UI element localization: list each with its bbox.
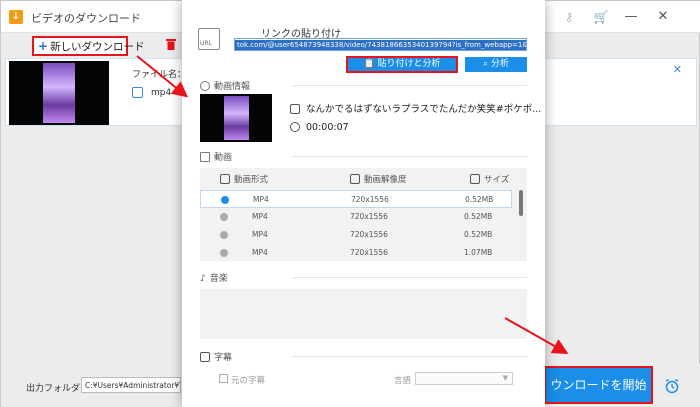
cc-icon (200, 352, 210, 362)
key-icon[interactable]: ⚷ (561, 9, 577, 25)
resolution-icon (350, 174, 360, 184)
divider (292, 356, 527, 357)
music-heading: ♪ 音楽 (200, 274, 228, 284)
radio-button[interactable] (220, 231, 228, 239)
table-row[interactable]: MP4 720x1556 0.52MB (200, 190, 512, 208)
clock-icon (290, 122, 300, 132)
language-label: 言語 (394, 376, 412, 386)
row-size: 0.52MB (465, 195, 494, 204)
divider (292, 277, 527, 278)
document-icon (290, 104, 300, 114)
new-download-label: 新しいダウンロード (50, 41, 145, 53)
language-select[interactable]: ▼ (415, 372, 513, 385)
start-download-button[interactable]: ウンロードを開始 (544, 366, 653, 404)
analyze-label: 分析 (490, 59, 509, 69)
column-resolution: 動画解像度 (350, 173, 407, 185)
row-resolution: 720x1556 (350, 212, 388, 221)
video-info-heading: 動画情報 (200, 79, 250, 92)
output-folder-input[interactable]: C:¥Users¥Administrator¥Videos (81, 377, 181, 393)
music-note-icon: ♪ (200, 274, 206, 284)
url-value: tok.com/@user654873948338/video/74381866… (235, 40, 526, 50)
search-icon: ⌕ (483, 59, 489, 69)
analyze-button[interactable]: ⌕ 分析 (465, 57, 527, 72)
plus-icon: + (38, 39, 49, 53)
alarm-clock-icon[interactable] (664, 378, 680, 394)
paste-and-analyze-label: 貼り付けと分析 (377, 59, 441, 69)
window-title: ビデオのダウンロード (31, 12, 141, 25)
folder-icon (470, 174, 480, 184)
row-resolution: 720x1556 (351, 195, 389, 204)
row-resolution: 720x1556 (350, 230, 388, 239)
radio-button[interactable] (220, 213, 228, 221)
url-input[interactable]: tok.com/@user654873948338/video/74381866… (234, 38, 527, 51)
download-dialog: URL リンクの貼り付け tok.com/@user654873948338/v… (182, 0, 545, 407)
music-list (200, 289, 527, 339)
table-scrollbar[interactable] (519, 190, 523, 216)
new-download-button[interactable]: + 新しいダウンロード (32, 36, 145, 56)
minimize-button[interactable]: — (621, 7, 641, 27)
trash-icon[interactable] (166, 38, 176, 50)
row-format: MP4 (253, 195, 269, 204)
row-format: MP4 (252, 212, 268, 221)
task-format: mp4 (151, 88, 172, 98)
table-row[interactable]: MP4 720x1556 0.52MB (200, 226, 512, 244)
original-subtitle-checkbox[interactable] (219, 374, 228, 383)
row-format: MP4 (252, 230, 268, 239)
selected-check-icon[interactable] (221, 196, 229, 204)
format-icon (132, 87, 143, 98)
radio-button[interactable] (220, 249, 228, 257)
divider (292, 156, 527, 157)
row-size: 1.07MB (464, 248, 493, 257)
task-close-icon[interactable]: ✕ (673, 63, 682, 76)
paste-and-analyze-button[interactable]: 📋 貼り付けと分析 (346, 56, 458, 73)
video-duration: 00:00:07 (290, 122, 349, 133)
row-size: 0.52MB (464, 230, 493, 239)
video-thumbnail (200, 94, 272, 142)
column-size: サイズ (470, 173, 509, 185)
app-logo-icon: ↓ (9, 10, 23, 24)
video-format-table: 動画形式 動画解像度 サイズ MP4 720x1556 0.52MB MP4 7… (200, 168, 527, 261)
table-row[interactable]: MP4 720x1556 0.52MB (200, 208, 512, 226)
row-resolution: 720x1556 (350, 248, 388, 257)
output-folder-label: 出力フォルダ： (26, 384, 90, 394)
task-thumbnail (9, 61, 109, 125)
divider (292, 85, 527, 86)
format-icon (220, 174, 230, 184)
row-size: 0.52MB (464, 212, 493, 221)
video-title: なんかでるはずないラプラスでたんだか笑笑#ポケポ... (290, 101, 541, 115)
close-window-button[interactable]: ✕ (653, 7, 673, 27)
url-link-icon: URL (198, 28, 220, 50)
subtitle-heading: 字幕 (200, 350, 232, 363)
info-icon (200, 81, 210, 91)
table-row[interactable]: MP4 720x1556 1.07MB (200, 244, 512, 262)
video-heading: 動画 (200, 150, 232, 163)
film-icon (200, 152, 210, 162)
chevron-down-icon: ▼ (502, 374, 508, 382)
original-subtitle-label: 元の字幕 (231, 376, 266, 386)
column-format: 動画形式 (220, 173, 268, 185)
row-format: MP4 (252, 248, 268, 257)
table-header: 動画形式 動画解像度 サイズ (200, 168, 527, 189)
cart-icon[interactable]: 🛒 (593, 9, 609, 25)
